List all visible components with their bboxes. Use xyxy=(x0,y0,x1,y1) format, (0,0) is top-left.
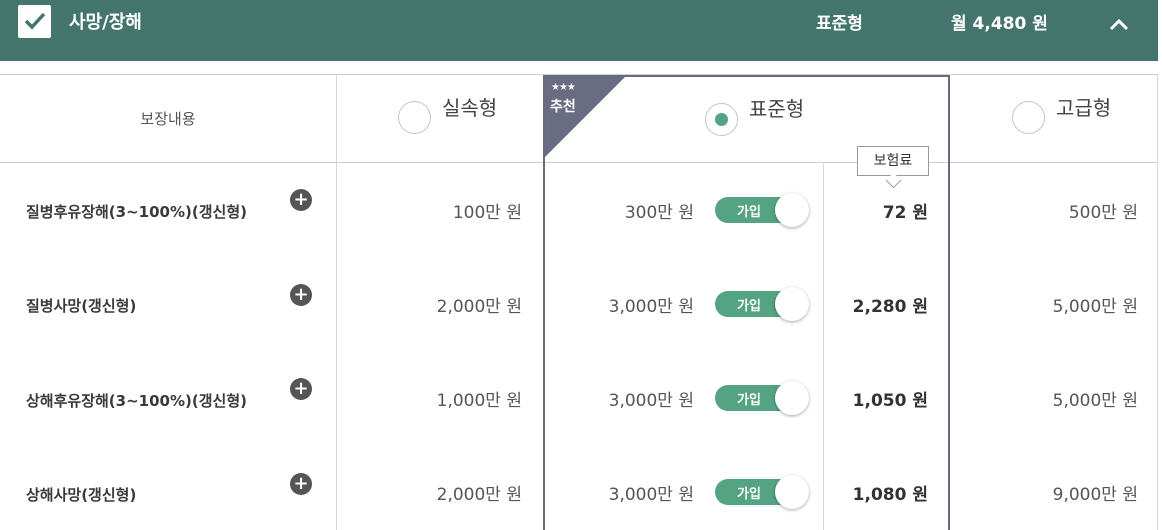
toggle-knob xyxy=(775,193,809,227)
standard-amount: 3,000만 원 xyxy=(608,391,694,411)
coverage-row-label: 상해사망(갱신형) xyxy=(26,486,137,504)
premium-value: 1,050 원 xyxy=(852,391,928,411)
toggle-label: 가입 xyxy=(737,487,761,502)
plan-radio-standard[interactable] xyxy=(705,103,738,136)
recommend-label: 추천 xyxy=(550,99,576,115)
toggle-label: 가입 xyxy=(737,393,761,408)
coverage-row-label: 질병사망(갱신형) xyxy=(26,297,137,315)
coverage-row-label: 상해후유장해(3~100%)(갱신형) xyxy=(26,392,247,410)
standard-amount: 3,000만 원 xyxy=(608,297,694,317)
plan-radio-premium[interactable] xyxy=(1012,101,1045,134)
basic-amount: 1,000만 원 xyxy=(436,391,522,411)
radio-selected-dot xyxy=(715,113,728,126)
checkmark-icon xyxy=(24,12,46,30)
premium-plan-amount: 5,000만 원 xyxy=(1052,297,1138,317)
chevron-up-icon[interactable] xyxy=(1108,16,1130,32)
basic-amount: 2,000만 원 xyxy=(436,485,522,505)
join-toggle[interactable]: 가입 xyxy=(715,475,809,509)
plan-label-standard[interactable]: 표준형 xyxy=(749,93,804,122)
standard-amount: 3,000만 원 xyxy=(608,485,694,505)
column-divider xyxy=(1157,75,1158,530)
plan-label-premium[interactable]: 고급형 xyxy=(1056,92,1111,121)
plus-icon[interactable]: + xyxy=(290,473,312,495)
toggle-knob xyxy=(775,475,809,509)
basic-amount: 100만 원 xyxy=(452,203,522,223)
join-toggle[interactable]: 가입 xyxy=(715,381,809,415)
plus-icon[interactable]: + xyxy=(290,378,312,400)
section-checkbox[interactable] xyxy=(18,5,51,38)
plan-label-basic[interactable]: 실속형 xyxy=(442,92,497,121)
join-toggle[interactable]: 가입 xyxy=(715,287,809,321)
premium-plan-amount: 9,000만 원 xyxy=(1052,485,1138,505)
toggle-knob xyxy=(775,287,809,321)
standard-amount: 300만 원 xyxy=(624,203,694,223)
premium-plan-amount: 5,000만 원 xyxy=(1052,391,1138,411)
monthly-total: 월 4,480 원 xyxy=(951,14,1048,34)
toggle-label: 가입 xyxy=(737,205,761,220)
coverage-header: 보장내용 xyxy=(140,110,196,128)
selected-plan-label: 표준형 xyxy=(816,14,863,34)
column-divider xyxy=(336,75,337,530)
section-title: 사망/장해 xyxy=(69,12,142,33)
join-toggle[interactable]: 가입 xyxy=(715,193,809,227)
plus-icon[interactable]: + xyxy=(290,284,312,306)
premium-value: 2,280 원 xyxy=(852,297,928,317)
plus-icon[interactable]: + xyxy=(290,189,312,211)
coverage-row-label: 질병후유장해(3~100%)(갱신형) xyxy=(26,203,247,221)
premium-value: 72 원 xyxy=(882,203,928,223)
premium-value: 1,080 원 xyxy=(852,485,928,505)
section-header-bar[interactable]: 사망/장해 표준형 월 4,480 원 xyxy=(0,0,1158,61)
premium-tooltip: 보험료 xyxy=(857,146,929,176)
toggle-label: 가입 xyxy=(737,299,761,314)
premium-plan-amount: 500만 원 xyxy=(1068,203,1138,223)
recommend-stars: ★★★ xyxy=(551,82,576,93)
plan-radio-basic[interactable] xyxy=(398,101,431,134)
basic-amount: 2,000만 원 xyxy=(436,297,522,317)
toggle-knob xyxy=(775,381,809,415)
